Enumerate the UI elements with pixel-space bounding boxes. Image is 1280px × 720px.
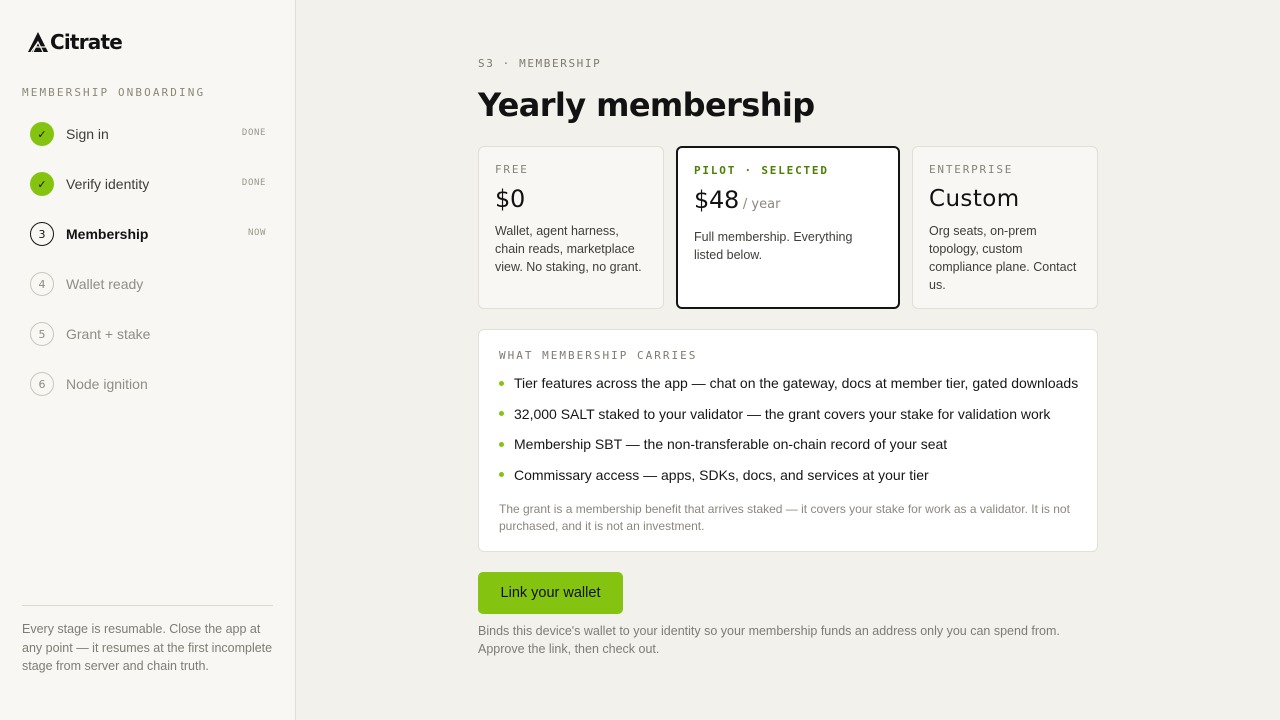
feature-text: Membership SBT — the non-transferable on… (514, 436, 948, 453)
onboarding-steps: ✓ Sign in DONE ✓ Verify identity DONE 3 … (30, 122, 266, 422)
plan-tier: ENTERPRISE (929, 163, 1014, 176)
plan-description: Wallet, agent harness, chain reads, mark… (495, 224, 642, 274)
onboarding-sidebar: Citrate MEMBERSHIP ONBOARDING ✓ Sign in … (0, 0, 296, 720)
bullet-icon (499, 411, 504, 417)
plan-card-enterprise[interactable]: ENTERPRISE Custom Org seats, on-prem top… (912, 146, 1098, 309)
step-node-ignition: 6 Node ignition (30, 372, 266, 422)
plan-tier: PILOT · SELECTED (694, 164, 829, 177)
bullet-icon (499, 472, 504, 478)
section-label: MEMBERSHIP ONBOARDING (22, 86, 206, 99)
resumable-note: Every stage is resumable. Close the app … (22, 605, 273, 676)
step-label: Sign in (66, 126, 109, 142)
feature-text: Tier features across the app — chat on t… (514, 375, 1079, 392)
link-wallet-help: Binds this device's wallet to your ident… (478, 624, 1060, 656)
feature-text: Commissary access — apps, SDKs, docs, an… (514, 466, 929, 483)
step-label: Node ignition (66, 376, 148, 392)
plan-price: Custom (929, 186, 1020, 212)
step-number: 4 (30, 272, 54, 296)
list-item: Membership SBT — the non-transferable on… (499, 429, 1077, 460)
bullet-icon (499, 380, 504, 386)
plan-options: FREE $0 Wallet, agent harness, chain rea… (478, 146, 1098, 309)
membership-features: WHAT MEMBERSHIP CARRIES Tier features ac… (478, 329, 1098, 552)
plan-card-pilot[interactable]: PILOT · SELECTED $48/ year Full membersh… (676, 146, 900, 309)
plan-card-free[interactable]: FREE $0 Wallet, agent harness, chain rea… (478, 146, 664, 309)
brand-logo[interactable]: Citrate (27, 30, 123, 54)
step-grant-stake: 5 Grant + stake (30, 322, 266, 372)
check-icon: ✓ (30, 122, 54, 146)
plan-tier: FREE (495, 163, 529, 176)
step-status: DONE (241, 178, 266, 188)
page-title: Yearly membership (478, 86, 815, 124)
bullet-icon (499, 441, 504, 447)
stage-eyebrow: S3 · MEMBERSHIP (478, 57, 602, 70)
step-verify-identity[interactable]: ✓ Verify identity DONE (30, 172, 266, 222)
list-item: Commissary access — apps, SDKs, docs, an… (499, 460, 1077, 491)
list-item: Tier features across the app — chat on t… (499, 368, 1079, 399)
price-unit: / year (742, 197, 781, 212)
feature-list: Tier features across the app — chat on t… (499, 368, 1079, 491)
plan-description: Full membership. Everything listed below… (694, 230, 853, 262)
step-label: Grant + stake (66, 326, 151, 342)
step-number: 6 (30, 372, 54, 396)
plan-price: $0 (495, 185, 525, 213)
grant-disclaimer: The grant is a membership benefit that a… (499, 502, 1070, 533)
step-sign-in[interactable]: ✓ Sign in DONE (30, 122, 266, 172)
step-number: 3 (30, 222, 54, 246)
step-status: NOW (247, 228, 266, 238)
step-label: Verify identity (66, 176, 150, 192)
plan-price: $48/ year (694, 185, 882, 220)
price-amount: $48 (694, 186, 739, 214)
citrate-logo-icon (28, 32, 48, 53)
plan-description: Org seats, on-prem topology, custom comp… (929, 224, 1077, 292)
step-membership[interactable]: 3 Membership NOW (30, 222, 266, 272)
link-wallet-button[interactable]: Link your wallet (478, 572, 623, 614)
features-title: WHAT MEMBERSHIP CARRIES (499, 349, 698, 362)
step-label: Wallet ready (66, 276, 144, 292)
step-wallet-ready: 4 Wallet ready (30, 272, 266, 322)
feature-text: 32,000 SALT staked to your validator — t… (514, 405, 1051, 422)
step-label: Membership (66, 226, 149, 242)
list-item: 32,000 SALT staked to your validator — t… (499, 399, 1077, 430)
brand-name: Citrate (50, 30, 123, 54)
step-number: 5 (30, 322, 54, 346)
check-icon: ✓ (30, 172, 54, 196)
step-status: DONE (241, 128, 266, 138)
